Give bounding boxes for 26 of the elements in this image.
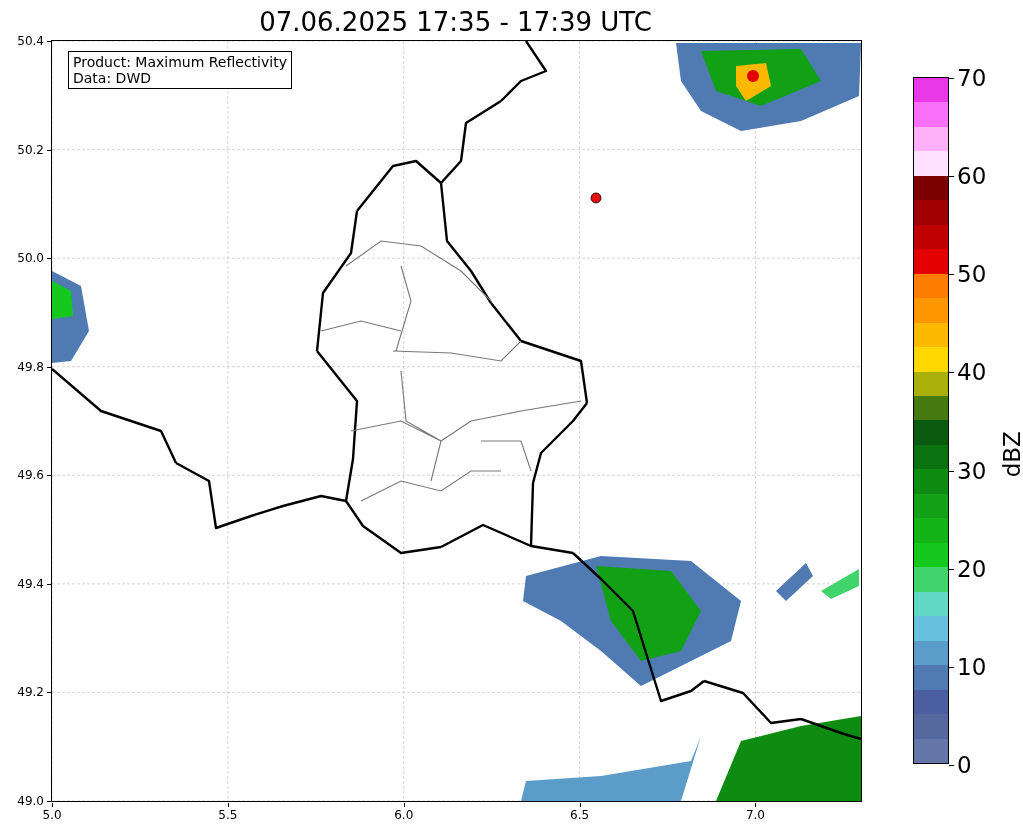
colorbar-tick-label: 20: [957, 557, 987, 581]
chart-title: 07.06.2025 17:35 - 17:39 UTC: [258, 6, 653, 39]
axis-tick-label: 50.2: [17, 143, 44, 156]
axis-tick-label: 50.4: [17, 35, 44, 47]
axis-tick-label: 6.0: [394, 809, 414, 821]
info-text: Data: DWD: [73, 70, 152, 86]
colorbar-tick-label: 30: [957, 459, 987, 483]
axis-tick-label: 49.0: [17, 795, 44, 807]
colorbar-tick-label: 0: [957, 753, 972, 777]
colorbar-tick-label: 10: [957, 655, 987, 679]
axis-tick-label: 49.8: [17, 360, 44, 373]
info-text: Product: Maximum Reflectivity: [73, 54, 287, 70]
axis-tick-label: 49.2: [17, 686, 44, 699]
colorbar-tick-label: 70: [957, 66, 987, 90]
axis-tick-label: 49.6: [17, 469, 44, 482]
axis-tick-label: 5.5: [218, 809, 238, 821]
axis-tick-label: 5.0: [42, 809, 62, 821]
colorbar-tick-label: 50: [957, 262, 987, 286]
colorbar-label: dBZ: [997, 431, 1023, 478]
axis-tick-label: 50.0: [17, 252, 44, 265]
colorbar-tick-label: 60: [957, 164, 987, 188]
axis-tick-label: 7.0: [745, 809, 765, 821]
colorbar-tick-label: 40: [957, 360, 987, 384]
axis-tick-label: 6.5: [570, 809, 590, 821]
tick-mark: [949, 765, 954, 766]
axis-tick-label: 49.4: [17, 577, 44, 590]
